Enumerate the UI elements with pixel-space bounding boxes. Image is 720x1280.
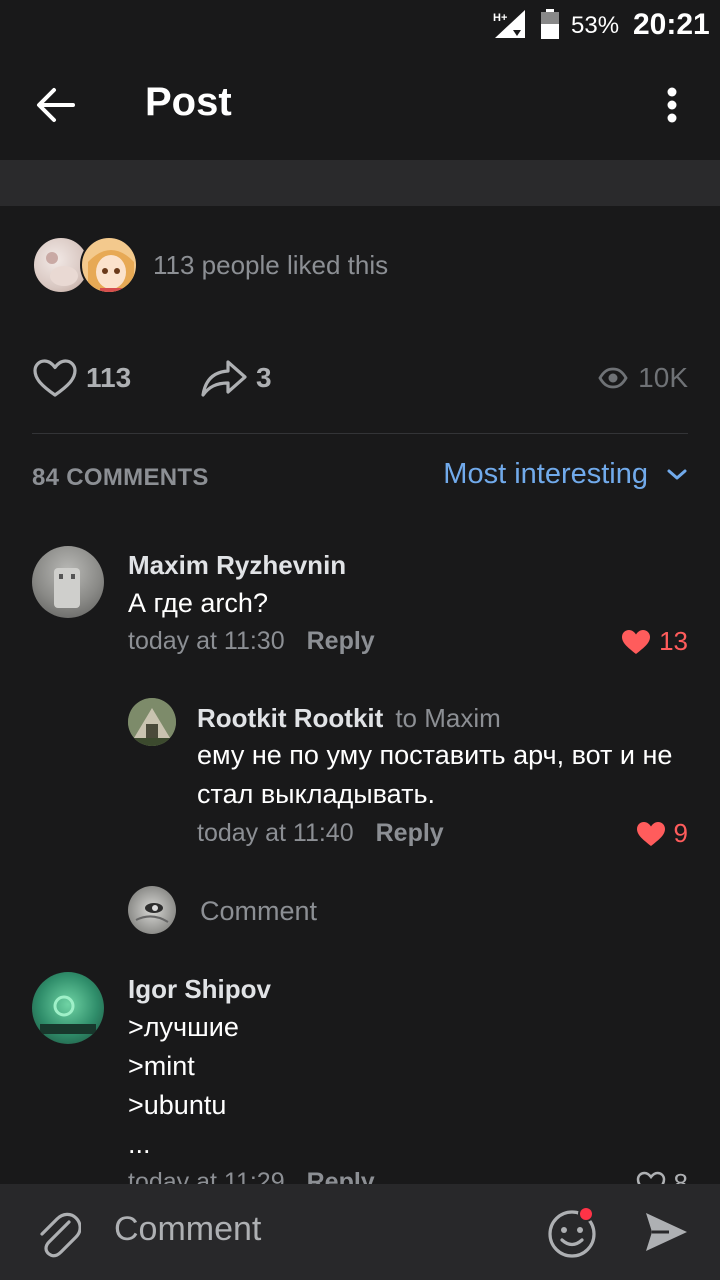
commenter-avatar[interactable]	[32, 972, 104, 1044]
comment-text: А где arch?	[128, 588, 268, 618]
emoji-button[interactable]	[544, 1204, 600, 1260]
arrow-left-icon	[37, 88, 75, 122]
app-bar: Post	[0, 50, 720, 160]
comment-text-line: >лучшие	[128, 1012, 239, 1042]
reply-comment-placeholder: Comment	[200, 896, 318, 926]
reply-button[interactable]: Reply	[307, 627, 375, 655]
comment-meta: today at 11:30 Reply	[128, 627, 375, 656]
like-count: 113	[86, 362, 132, 393]
comment-author[interactable]: Maxim Ryzhevnin	[128, 550, 346, 581]
notification-dot	[580, 1208, 592, 1220]
comment-text-line: >mint	[128, 1051, 195, 1081]
view-count: 10K	[638, 362, 688, 393]
heart-filled-icon	[622, 629, 651, 654]
comment-text: >лучшие >mint >ubuntu ...	[128, 1008, 239, 1164]
post-content-edge	[0, 160, 720, 206]
comment-text: ему не по уму поставить арч, вот и не ст…	[197, 740, 673, 809]
paperclip-icon	[40, 1212, 81, 1258]
status-bar: H+ 53% 20:21	[0, 0, 720, 50]
network-type: H+	[493, 12, 507, 24]
reply-button[interactable]: Reply	[307, 1168, 375, 1184]
divider	[32, 433, 688, 434]
eye-icon	[598, 367, 628, 389]
comment-time: today at 11:30	[128, 627, 285, 655]
reply-to-label[interactable]: to Maxim	[395, 703, 500, 733]
heart-outline-icon	[636, 1171, 665, 1184]
sort-label: Most interesting	[443, 458, 648, 490]
current-user-avatar	[128, 886, 176, 934]
comment-text-line: ...	[128, 1129, 151, 1159]
reply-button[interactable]: Reply	[376, 819, 444, 847]
comment-author: Rootkit Rootkit to Maxim	[197, 703, 501, 734]
share-icon	[201, 360, 247, 397]
comment-time: today at 11:29	[128, 1168, 285, 1184]
smiley-icon	[548, 1206, 596, 1258]
signal-icon: H+	[493, 10, 525, 38]
page-title: Post	[145, 80, 232, 124]
comment-like-count: 8	[673, 1168, 688, 1184]
chevron-down-icon	[667, 469, 687, 479]
heart-filled-icon	[636, 821, 665, 846]
reply-comment-field[interactable]: Comment	[128, 886, 528, 936]
comment-like-count: 9	[673, 818, 688, 848]
liked-by-row[interactable]: 113 people liked this	[32, 236, 532, 296]
comment-author[interactable]: Igor Shipov	[128, 974, 271, 1005]
more-vertical-icon	[667, 87, 677, 123]
like-button[interactable]: 113	[32, 350, 131, 406]
heart-outline-icon	[33, 359, 77, 397]
comment-time: today at 11:40	[197, 819, 354, 847]
comment-like-button[interactable]: 8	[636, 1168, 688, 1184]
comment-text-line: >ubuntu	[128, 1090, 227, 1120]
comment-item: Maxim Ryzhevnin А где arch? today at 11:…	[32, 546, 688, 666]
send-button[interactable]	[636, 1204, 696, 1260]
comment-item: Igor Shipov >лучшие >mint >ubuntu ... to…	[32, 970, 688, 1184]
share-button[interactable]: 3	[200, 350, 272, 406]
comment-meta: today at 11:40 Reply	[197, 819, 444, 848]
comments-count: 84 COMMENTS	[32, 464, 209, 491]
comment-input[interactable]: Comment	[114, 1210, 261, 1249]
comment-author-name[interactable]: Rootkit Rootkit	[197, 703, 383, 733]
send-icon	[646, 1213, 687, 1251]
comment-meta: today at 11:29 Reply	[128, 1168, 375, 1184]
comment-reply-item: Rootkit Rootkit to Maxim ему не по уму по…	[128, 698, 688, 858]
commenter-avatar[interactable]	[32, 546, 104, 618]
share-count: 3	[256, 362, 272, 393]
commenter-avatar[interactable]	[128, 698, 176, 746]
battery-percent: 53%	[571, 12, 620, 39]
comment-like-button[interactable]: 9	[636, 818, 688, 849]
comment-like-count: 13	[659, 626, 688, 656]
liker-avatar	[80, 236, 138, 294]
likes-summary: 113 people liked this	[153, 250, 389, 280]
comment-composer-bar: Comment	[0, 1184, 720, 1280]
battery-icon	[541, 9, 559, 39]
post-actions: 113 3 10K	[32, 350, 688, 406]
views-indicator: 10K	[598, 350, 688, 406]
more-options-button[interactable]	[650, 80, 694, 130]
comments-header: 84 COMMENTS Most interesting	[32, 458, 688, 498]
clock: 20:21	[633, 8, 710, 41]
back-button[interactable]	[30, 80, 82, 130]
attach-button[interactable]	[30, 1206, 86, 1262]
sort-dropdown[interactable]: Most interesting	[443, 458, 688, 491]
comment-like-button[interactable]: 13	[621, 626, 688, 657]
